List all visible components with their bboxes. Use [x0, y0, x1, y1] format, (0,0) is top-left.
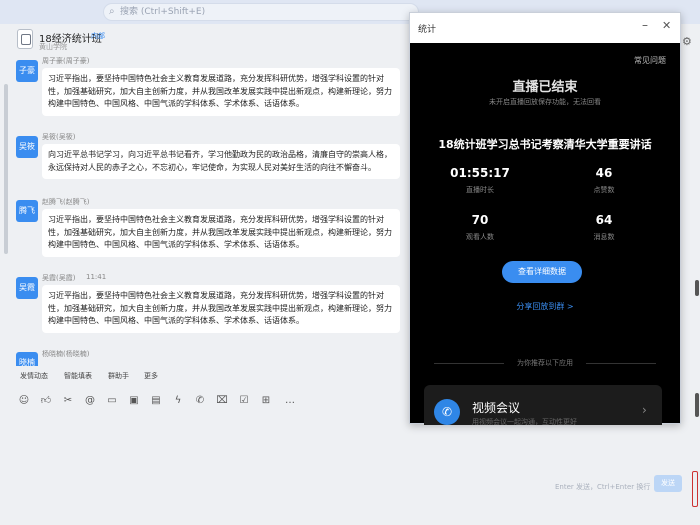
live-ended-note: 未开启直播回放保存功能，无法回看: [489, 98, 601, 106]
message-sender: 周子豪(周子豪): [42, 57, 90, 65]
input-toolbar: ☺ 👍︎ ✂ @ ▭ ▣ ▤ ϟ ✆ ⌧ ☑ ⊞ …: [0, 390, 410, 412]
stat-value: 64: [595, 213, 613, 227]
quick-tab-dynamic[interactable]: 发情动态: [20, 371, 48, 381]
quick-tab-more[interactable]: 更多: [144, 371, 158, 381]
share-replay-link[interactable]: 分享回放到群 >: [410, 301, 680, 312]
stat-likes: 46 点赞数: [564, 166, 644, 195]
scroll-handle[interactable]: [695, 280, 699, 296]
task-icon[interactable]: ☑: [238, 395, 250, 407]
message-bubble[interactable]: 习近平指出，要坚持中国特色社会主义教育发展道路，充分发挥科研优势，增强学科设置的…: [42, 68, 400, 116]
stat-label: 消息数: [593, 233, 615, 241]
popup-title: 统计: [418, 25, 437, 35]
avatar[interactable]: 晓楠: [16, 352, 38, 366]
live-title: 18统计班学习总书记考察清华大学重要讲话: [438, 138, 652, 151]
group-avatar[interactable]: [17, 29, 33, 49]
stat-label: 直播时长: [466, 186, 494, 194]
scissors-icon[interactable]: ✂: [62, 395, 74, 407]
live-ended-title: 直播已结束: [512, 80, 578, 95]
message-sender: 杨晓楠(杨晓楠): [42, 350, 90, 358]
quick-tab-form[interactable]: 智能填表: [64, 371, 92, 381]
calendar-icon[interactable]: ▤: [150, 395, 162, 407]
scroll-handle[interactable]: [695, 393, 699, 417]
chat-panel: 18经济统计班 内部 黄山学院 子豪 周子豪(周子豪) 习近平指出，要坚持中国特…: [0, 24, 410, 525]
message-item: 晓楠 杨晓楠(杨晓楠): [0, 348, 410, 366]
card-title: 视频会议: [472, 401, 521, 415]
avatar[interactable]: 吴霞: [16, 277, 38, 299]
stat-label: 观看人数: [466, 233, 494, 241]
apps-icon[interactable]: ⊞: [260, 395, 272, 407]
faq-link[interactable]: 常见问题: [634, 55, 666, 66]
stat-value: 70: [471, 213, 489, 227]
group-subtitle: 黄山学院: [39, 43, 67, 51]
search-icon: ⌕: [109, 6, 115, 17]
highlight-marker: [692, 471, 698, 507]
thumb-icon[interactable]: 👍︎: [40, 395, 52, 407]
group-tag: 内部: [91, 32, 105, 40]
close-icon[interactable]: ✕: [662, 19, 671, 32]
folder-icon[interactable]: ▭: [106, 395, 118, 407]
card-subtitle: 用视频会议一起沟通，互动性更好: [472, 418, 577, 426]
avatar[interactable]: 腾飞: [16, 200, 38, 222]
message-input[interactable]: [0, 416, 410, 525]
message-sender: 赵腾飞(赵腾飞): [42, 198, 90, 206]
avatar[interactable]: 子豪: [16, 60, 38, 82]
avatar[interactable]: 吴筱: [16, 136, 38, 158]
message-bubble[interactable]: 向习近平总书记学习，向习近平总书记看齐，学习他勤政为民的政治品格，清廉自守的崇高…: [42, 144, 400, 179]
popup-titlebar: 统计 – ✕: [410, 13, 680, 43]
stats-popup: 统计 – ✕ 常见问题 直播已结束 未开启直播回放保存功能，无法回看 18统计班…: [409, 12, 681, 426]
search-input[interactable]: ⌕ 搜索 (Ctrl+Shift+E): [103, 3, 419, 21]
send-button[interactable]: 发送: [654, 475, 682, 492]
right-rail: [678, 24, 700, 525]
message-time: 11:41: [86, 273, 107, 281]
message-bubble[interactable]: 习近平指出，要坚持中国特色社会主义教育发展道路，充分发挥科研优势，增强学科设置的…: [42, 209, 400, 257]
phone-icon: ✆: [434, 399, 460, 425]
message-sender: 吴筱(吴筱): [42, 133, 76, 141]
view-details-button[interactable]: 查看详细数据: [502, 261, 582, 283]
chat-scrollbar[interactable]: [4, 84, 8, 254]
chat-header: 18经济统计班 内部 黄山学院: [0, 24, 410, 54]
mention-icon[interactable]: @: [84, 395, 96, 407]
image-icon[interactable]: ▣: [128, 395, 140, 407]
clip-icon[interactable]: ⌧: [216, 395, 228, 407]
recommend-divider: 为你推荐以下应用: [424, 358, 666, 368]
emoji-icon[interactable]: ☺: [18, 395, 30, 407]
quick-tab-assistant[interactable]: 群助手: [108, 371, 129, 381]
gear-icon[interactable]: ⚙: [682, 35, 692, 48]
more-icon[interactable]: …: [284, 395, 296, 407]
quick-toolbar: 发情动态 智能填表 群助手 更多: [0, 367, 410, 387]
minimize-icon[interactable]: –: [642, 18, 648, 32]
stat-duration: 01:55:17 直播时长: [440, 166, 520, 195]
stat-messages: 64 消息数: [564, 213, 644, 242]
phone-icon[interactable]: ✆: [194, 395, 206, 407]
message-bubble[interactable]: 习近平指出，要坚持中国特色社会主义教育发展道路，充分发挥科研优势，增强学科设置的…: [42, 285, 400, 333]
chevron-right-icon: ›: [642, 403, 647, 417]
stat-label: 点赞数: [593, 186, 615, 194]
stat-value: 46: [595, 166, 613, 180]
stat-value: 01:55:17: [450, 166, 510, 180]
flash-icon[interactable]: ϟ: [172, 395, 184, 407]
search-placeholder: 搜索 (Ctrl+Shift+E): [120, 7, 206, 17]
send-hint: Enter 发送，Ctrl+Enter 换行: [555, 483, 651, 491]
stat-viewers: 70 观看人数: [440, 213, 520, 242]
video-meeting-card[interactable]: ✆ 视频会议 用视频会议一起沟通，互动性更好 ›: [424, 385, 662, 426]
message-sender: 吴霞(吴霞): [42, 274, 76, 282]
